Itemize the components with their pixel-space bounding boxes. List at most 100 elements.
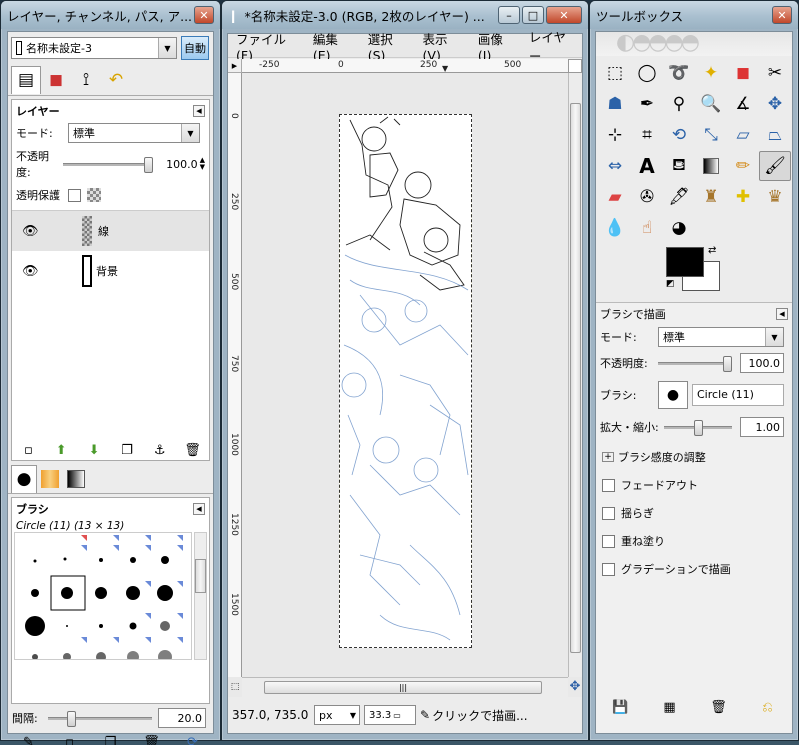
rect-select-tool[interactable]: ⬚	[599, 58, 631, 88]
auto-button[interactable]: 自動	[181, 36, 209, 60]
brush-preview-button[interactable]: ●	[658, 381, 688, 409]
restore-options-icon[interactable]: ▦	[659, 700, 681, 715]
layer-name[interactable]: 背景	[96, 263, 118, 279]
slider-knob[interactable]	[67, 710, 76, 727]
tab-gradients[interactable]	[63, 465, 89, 493]
layer-mode-combo[interactable]: 標準 ▼	[68, 123, 200, 143]
eye-icon[interactable]: 👁	[22, 264, 46, 279]
text-tool[interactable]: A	[631, 151, 663, 181]
bucket-fill-tool[interactable]: ⛾	[663, 151, 695, 181]
paint-opacity-value[interactable]: 100.0	[740, 353, 784, 373]
zoom-tool[interactable]: 🔍	[695, 89, 727, 119]
tab-channels[interactable]: ◼	[41, 66, 71, 94]
tab-brushes[interactable]: ●	[11, 464, 37, 493]
foreground-select-tool[interactable]: ☗	[599, 89, 631, 119]
image-window-titlebar[interactable]: ❙ *名称未設定-3.0 (RGB, 2枚のレイヤー) ... – □ ✕	[222, 1, 588, 29]
move-tool[interactable]: ✥	[759, 89, 791, 119]
anchor-icon[interactable]: ⚓	[149, 443, 171, 458]
delete-icon[interactable]: 🗑	[141, 735, 163, 745]
menu-view[interactable]: 表示(V)	[415, 29, 470, 63]
layers-window-titlebar[interactable]: レイヤー, チャンネル, パス, ア... ✕	[1, 1, 220, 29]
heal-tool[interactable]: ✚	[727, 182, 759, 212]
image-canvas[interactable]	[339, 114, 472, 648]
layer-opacity-value[interactable]: 100.0	[166, 158, 198, 171]
delete-icon[interactable]: 🗑	[708, 700, 730, 715]
align-tool[interactable]: ⊹	[599, 120, 631, 150]
eraser-tool[interactable]: ▰	[599, 182, 631, 212]
shear-tool[interactable]: ▱	[727, 120, 759, 150]
foreground-color-swatch[interactable]	[666, 247, 704, 277]
selection-corner-icon[interactable]: ⬚	[228, 677, 242, 697]
airbrush-tool[interactable]: ✇	[631, 182, 663, 212]
zoom-corner-button[interactable]	[568, 59, 582, 73]
close-button[interactable]: ✕	[772, 6, 792, 24]
vertical-scrollbar[interactable]	[568, 73, 582, 677]
edit-brush-icon[interactable]: ✎	[18, 735, 40, 745]
navigate-icon[interactable]: ✥	[568, 677, 582, 697]
minimize-button[interactable]: –	[498, 6, 520, 24]
refresh-icon[interactable]: ⟳	[182, 735, 204, 745]
scale-tool[interactable]: ⤡	[695, 120, 727, 150]
brush-grid-scrollbar[interactable]	[194, 532, 207, 660]
new-brush-icon[interactable]: ▫	[59, 735, 81, 745]
wilber-drop-area[interactable]: ◐◓◓◓◓	[596, 32, 792, 56]
pencil-tool[interactable]: ✏	[727, 151, 759, 181]
new-layer-icon[interactable]: ▫	[17, 443, 39, 458]
jitter-checkbox[interactable]	[602, 506, 615, 520]
smudge-tool[interactable]: ☝	[631, 213, 663, 243]
layer-row[interactable]: 👁 線	[12, 211, 209, 251]
toolbox-window-titlebar[interactable]: ツールボックス ✕	[590, 1, 798, 29]
swap-colors-icon[interactable]: ⇄	[708, 245, 716, 256]
rotate-tool[interactable]: ⟲	[663, 120, 695, 150]
slider-knob[interactable]	[694, 419, 703, 436]
crop-tool[interactable]: ⌗	[631, 120, 663, 150]
brush-name-field[interactable]: Circle (11)	[692, 384, 784, 406]
lock-alpha-checkbox[interactable]	[68, 188, 81, 202]
scissors-tool[interactable]: ✂	[759, 58, 791, 88]
layer-row[interactable]: 👁 背景	[12, 251, 209, 291]
tab-layers[interactable]: ▤	[11, 65, 41, 94]
zoom-combo[interactable]: 33.3 ▭	[364, 705, 416, 725]
fade-out-checkbox[interactable]	[602, 478, 615, 492]
paint-mode-combo[interactable]: 標準 ▼	[658, 327, 784, 347]
brush-grid[interactable]	[14, 532, 192, 660]
tab-patterns[interactable]	[37, 465, 63, 493]
tab-paths[interactable]: ⟟	[71, 66, 101, 94]
tab-undo[interactable]: ↶	[101, 66, 131, 94]
flip-tool[interactable]: ⇔	[599, 151, 631, 181]
maximize-button[interactable]: □	[522, 6, 544, 24]
blur-tool[interactable]: 💧	[599, 213, 631, 243]
incremental-checkbox[interactable]	[602, 534, 615, 548]
measure-tool[interactable]: ∡	[727, 89, 759, 119]
quick-mask-corner[interactable]: ▶	[228, 59, 242, 73]
scrollbar-thumb[interactable]	[195, 559, 206, 593]
slider-knob[interactable]	[143, 156, 153, 173]
fuzzy-select-tool[interactable]: ✦	[695, 58, 727, 88]
layer-name[interactable]: 線	[98, 223, 109, 239]
reset-options-icon[interactable]: ⎌	[757, 700, 779, 715]
paths-tool[interactable]: ✒	[631, 89, 663, 119]
panel-menu-icon[interactable]: ◀	[776, 308, 788, 320]
menu-file[interactable]: ファイル(F)	[228, 29, 305, 63]
image-selector-combo[interactable]: 名称未設定-3 ▼	[11, 37, 177, 59]
horizontal-scrollbar[interactable]: |||	[242, 677, 568, 697]
eye-icon[interactable]: 👁	[22, 224, 46, 239]
blend-tool[interactable]	[695, 151, 727, 181]
close-button[interactable]: ✕	[194, 6, 214, 24]
color-picker-tool[interactable]: ⚲	[663, 89, 695, 119]
use-gradient-checkbox[interactable]	[602, 562, 615, 576]
menu-select[interactable]: 選択(S)	[360, 29, 415, 63]
raise-layer-icon[interactable]: ⬆	[50, 443, 72, 458]
clone-tool[interactable]: ♜	[695, 182, 727, 212]
panel-menu-icon[interactable]: ◀	[193, 503, 205, 515]
scale-slider[interactable]	[664, 419, 732, 436]
lower-layer-icon[interactable]: ⬇	[83, 443, 105, 458]
ellipse-select-tool[interactable]: ◯	[631, 58, 663, 88]
spacing-value[interactable]: 20.0	[158, 708, 206, 728]
scale-value[interactable]: 1.00	[740, 417, 784, 437]
save-options-icon[interactable]: 💾	[610, 700, 632, 715]
slider-knob[interactable]	[723, 355, 732, 372]
brush-dynamics-expander[interactable]: + ブラシ感度の調整	[596, 441, 792, 471]
ink-tool[interactable]: 🖋	[663, 182, 695, 212]
menu-image[interactable]: 画像(I)	[470, 29, 521, 63]
